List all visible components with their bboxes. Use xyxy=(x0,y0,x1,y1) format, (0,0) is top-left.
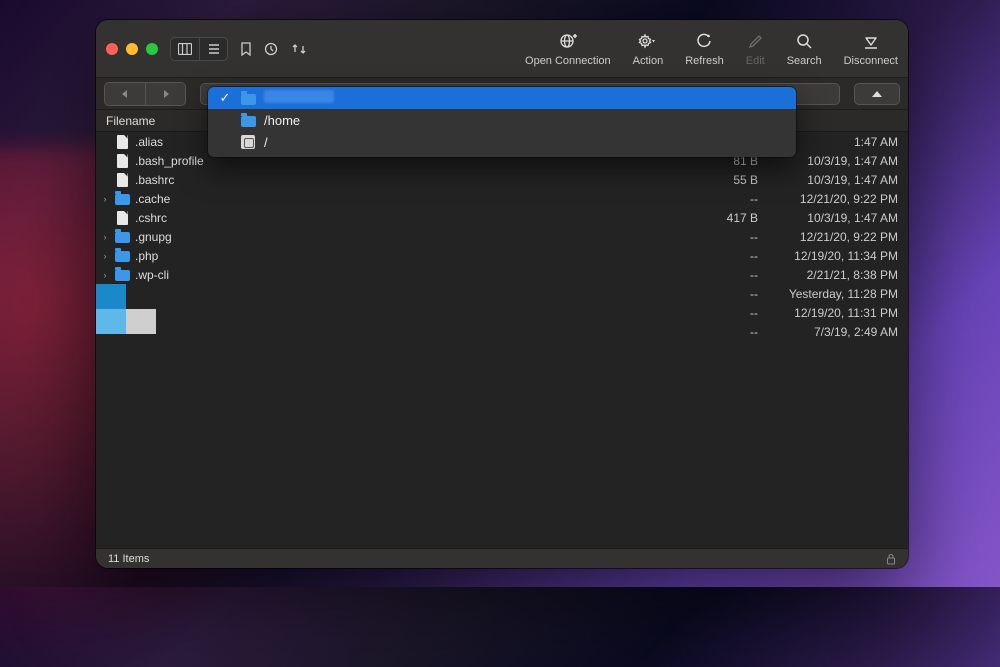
file-name: .cache xyxy=(135,192,698,206)
toolbar-actions: Open Connection Action Refresh Edit xyxy=(525,30,898,67)
item-count: 11 Items xyxy=(108,553,149,565)
redacted-thumbnail xyxy=(96,309,126,334)
folder-icon xyxy=(241,116,256,127)
app-window: Open Connection Action Refresh Edit xyxy=(96,20,908,568)
file-date: 10/3/19, 1:47 AM xyxy=(758,173,898,187)
traffic-lights xyxy=(106,43,158,55)
file-row[interactable]: .cshrc417 B10/3/19, 1:47 AM xyxy=(96,208,908,227)
file-size: -- xyxy=(698,268,758,282)
file-name: .php xyxy=(135,249,698,263)
zoom-window[interactable] xyxy=(146,43,158,55)
file-date: Yesterday, 11:28 PM xyxy=(758,287,898,301)
column-filename: Filename xyxy=(106,114,155,128)
disclosure-triangle[interactable]: › xyxy=(96,232,114,242)
file-date: 12/19/20, 11:31 PM xyxy=(758,306,898,320)
disk-icon xyxy=(241,135,255,149)
outline-view-button[interactable] xyxy=(199,38,227,60)
file-row[interactable]: .bashrc55 B10/3/19, 1:47 AM xyxy=(96,170,908,189)
file-row[interactable]: › .php--12/19/20, 11:34 PM xyxy=(96,246,908,265)
edit-label: Edit xyxy=(746,55,765,67)
disconnect-button[interactable]: Disconnect xyxy=(844,30,898,67)
minimize-window[interactable] xyxy=(126,43,138,55)
redacted-path xyxy=(264,90,334,103)
file-row[interactable]: › .cache--12/21/20, 9:22 PM xyxy=(96,189,908,208)
folder-icon xyxy=(241,94,256,105)
file-date: 12/21/20, 9:22 PM xyxy=(758,192,898,206)
list-view-button[interactable] xyxy=(171,38,199,60)
refresh-button[interactable]: Refresh xyxy=(685,30,724,67)
file-size: -- xyxy=(698,192,758,206)
bookmark-icon[interactable] xyxy=(240,42,252,56)
file-date: 12/21/20, 9:22 PM xyxy=(758,230,898,244)
file-icon xyxy=(117,135,128,149)
redacted-thumbnail xyxy=(96,284,126,309)
file-size: 55 B xyxy=(698,173,758,187)
disclosure-triangle[interactable]: › xyxy=(96,270,114,280)
file-row[interactable]: --12/19/20, 11:31 PM xyxy=(96,303,908,322)
open-connection-button[interactable]: Open Connection xyxy=(525,30,611,67)
file-name: .wp-cli xyxy=(135,268,698,282)
status-bar: 11 Items xyxy=(96,548,908,568)
folder-icon xyxy=(115,270,130,281)
file-icon xyxy=(117,173,128,187)
disconnect-label: Disconnect xyxy=(844,55,898,67)
nav-forward-button[interactable] xyxy=(145,83,185,105)
transfers-icon[interactable] xyxy=(290,42,308,56)
dropdown-item[interactable]: / xyxy=(208,131,796,153)
file-size: -- xyxy=(698,230,758,244)
dropdown-item-label xyxy=(264,90,334,106)
file-icon xyxy=(117,211,128,225)
history-icon[interactable] xyxy=(264,42,278,56)
folder-icon xyxy=(115,232,130,243)
check-icon: ✓ xyxy=(218,90,232,106)
file-row[interactable]: › .wp-cli--2/21/21, 8:38 PM xyxy=(96,265,908,284)
dropdown-item[interactable]: ✓ xyxy=(208,87,796,109)
folder-icon xyxy=(115,194,130,205)
file-size: -- xyxy=(698,287,758,301)
dropdown-item-label: /home xyxy=(264,113,300,128)
action-button[interactable]: Action xyxy=(633,30,664,67)
view-mode-segment xyxy=(170,37,228,61)
edit-button[interactable]: Edit xyxy=(746,30,765,67)
search-button[interactable]: Search xyxy=(787,30,822,67)
lock-icon xyxy=(886,553,896,565)
refresh-label: Refresh xyxy=(685,55,724,67)
file-size: 417 B xyxy=(698,211,758,225)
nav-back-button[interactable] xyxy=(105,83,145,105)
close-window[interactable] xyxy=(106,43,118,55)
file-size: -- xyxy=(698,325,758,339)
file-date: 7/3/19, 2:49 AM xyxy=(758,325,898,339)
disclosure-triangle[interactable]: › xyxy=(96,194,114,204)
action-label: Action xyxy=(633,55,664,67)
open-connection-label: Open Connection xyxy=(525,55,611,67)
file-row[interactable]: › .gnupg--12/21/20, 9:22 PM xyxy=(96,227,908,246)
disclosure-triangle[interactable]: › xyxy=(96,251,114,261)
file-date: 2/21/21, 8:38 PM xyxy=(758,268,898,282)
folder-icon xyxy=(115,251,130,262)
titlebar: Open Connection Action Refresh Edit xyxy=(96,20,908,78)
file-icon xyxy=(117,154,128,168)
dropdown-item[interactable]: /home xyxy=(208,109,796,131)
go-up-button[interactable] xyxy=(854,83,900,105)
search-label: Search xyxy=(787,55,822,67)
nav-back-forward xyxy=(104,82,186,106)
file-row[interactable]: --Yesterday, 11:28 PM xyxy=(96,284,908,303)
file-name: .cshrc xyxy=(135,211,698,225)
path-dropdown-menu: ✓ /home / xyxy=(208,87,796,157)
dropdown-item-label: / xyxy=(264,135,268,150)
file-date: 12/19/20, 11:34 PM xyxy=(758,249,898,263)
file-name: .gnupg xyxy=(135,230,698,244)
redacted-thumbnail xyxy=(126,309,156,334)
file-date: 10/3/19, 1:47 AM xyxy=(758,211,898,225)
file-size: -- xyxy=(698,306,758,320)
file-size: -- xyxy=(698,249,758,263)
file-list[interactable]: .alias1:47 AM.bash_profile81 B10/3/19, 1… xyxy=(96,132,908,548)
file-name: .bashrc xyxy=(135,173,698,187)
file-row[interactable]: --7/3/19, 2:49 AM xyxy=(96,322,908,341)
